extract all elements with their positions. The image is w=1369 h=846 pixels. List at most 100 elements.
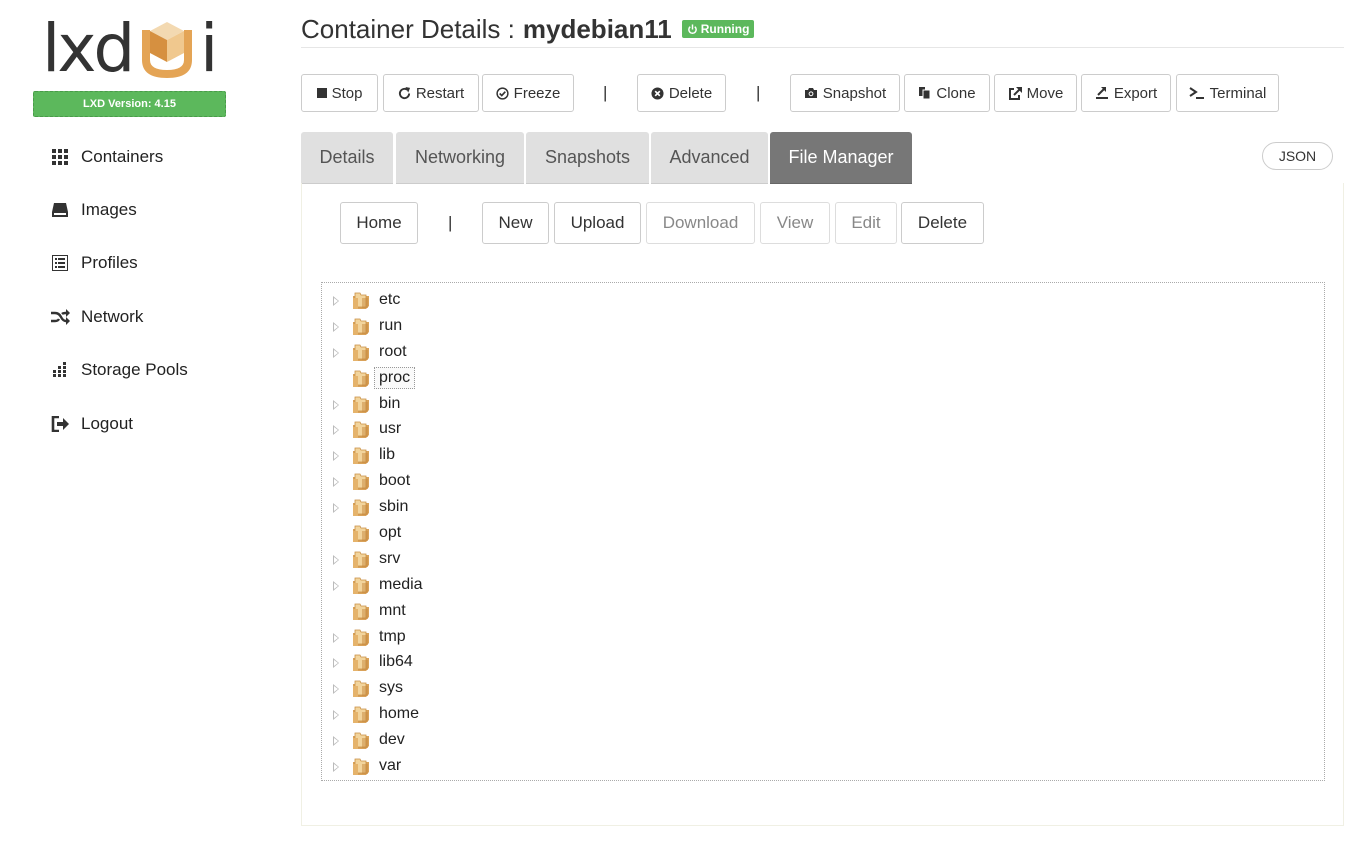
folder-icon: [353, 447, 369, 465]
folder-icon: [353, 732, 369, 750]
sidebar-item-label: Storage Pools: [81, 360, 188, 380]
restart-button[interactable]: Restart: [383, 74, 479, 112]
folder-icon: [353, 318, 369, 335]
tree-item-name: dev: [379, 731, 405, 749]
export-button[interactable]: Export: [1081, 74, 1171, 112]
list-icon: [50, 253, 70, 273]
expand-arrow-icon[interactable]: [333, 399, 339, 410]
delete-label: Delete: [668, 84, 713, 102]
refresh-icon: [398, 86, 410, 99]
folder-icon: [353, 706, 369, 724]
tab-networking[interactable]: Networking: [396, 132, 524, 184]
tasks-icon: [50, 360, 70, 380]
sidebar-item-storage-pools[interactable]: Storage Pools: [50, 344, 188, 397]
folder-icon: [353, 525, 369, 543]
snapshot-label: Snapshot: [822, 84, 887, 102]
folder-icon: [353, 629, 369, 646]
sidebar: lxd i LXD Version: 4.15 Containers Image…: [0, 0, 260, 846]
folder-icon: [353, 680, 369, 698]
check-circle-icon: [496, 86, 509, 100]
upload-button[interactable]: Upload: [554, 202, 641, 244]
restart-label: Restart: [415, 84, 465, 102]
times-circle-icon: [651, 86, 664, 100]
folder-icon: [353, 473, 369, 491]
delete-container-button[interactable]: Delete: [637, 74, 726, 112]
snapshot-button[interactable]: Snapshot: [790, 74, 900, 112]
tree-item-name: mnt: [379, 601, 406, 619]
container-name: mydebian11: [522, 13, 672, 44]
download-button[interactable]: Download: [646, 202, 755, 244]
copy-icon: [919, 87, 931, 100]
expand-arrow-icon[interactable]: [333, 658, 339, 669]
tab-file-manager[interactable]: File Manager: [770, 132, 912, 184]
expand-arrow-icon[interactable]: [333, 632, 339, 643]
terminal-label: Terminal: [1209, 84, 1267, 102]
tree-item-name: root: [379, 342, 407, 360]
expand-arrow-icon[interactable]: [333, 296, 339, 306]
folder-icon: [353, 577, 369, 594]
expand-arrow-icon[interactable]: [333, 736, 339, 747]
expand-arrow-icon[interactable]: [333, 451, 339, 462]
folder-icon: [353, 758, 369, 776]
expand-arrow-icon[interactable]: [333, 477, 339, 488]
clone-label: Clone: [936, 84, 976, 102]
tree-item-name: media: [379, 575, 423, 593]
terminal-button[interactable]: Terminal: [1176, 74, 1279, 112]
terminal-icon: [1189, 87, 1204, 99]
clone-button[interactable]: Clone: [904, 74, 990, 112]
sidebar-item-label: Logout: [81, 413, 133, 433]
move-label: Move: [1026, 84, 1064, 102]
sidebar-item-label: Images: [81, 200, 137, 220]
expand-arrow-icon[interactable]: [333, 425, 339, 436]
tree-item-name: bin: [379, 394, 401, 412]
logo-text-i: i: [200, 10, 219, 87]
tab-advanced[interactable]: Advanced: [651, 132, 768, 184]
logo-cube-icon: [142, 22, 192, 78]
tree-item-name: boot: [379, 472, 411, 490]
edit-button[interactable]: Edit: [835, 202, 897, 244]
app-logo[interactable]: lxd i: [40, 14, 220, 84]
move-button[interactable]: Move: [994, 74, 1077, 112]
tab-snapshots[interactable]: Snapshots: [526, 132, 649, 184]
new-button[interactable]: New: [482, 202, 549, 244]
expand-arrow-icon[interactable]: [333, 684, 339, 695]
expand-arrow-icon[interactable]: [333, 503, 339, 514]
sidebar-item-network[interactable]: Network: [50, 290, 188, 343]
tree-item-name: run: [379, 316, 403, 334]
sidebar-item-label: Containers: [81, 146, 164, 166]
hdd-icon: [50, 200, 70, 220]
freeze-button[interactable]: Freeze: [482, 74, 574, 112]
folder-icon: [353, 655, 369, 672]
home-button[interactable]: Home: [340, 202, 418, 244]
expand-arrow-icon[interactable]: [333, 554, 339, 565]
shuffle-icon: [50, 307, 70, 327]
version-badge: LXD Version: 4.15: [33, 91, 226, 117]
sidebar-item-containers[interactable]: Containers: [50, 130, 188, 183]
tree-item-name: sbin: [379, 498, 409, 516]
sidebar-item-images[interactable]: Images: [50, 183, 188, 236]
tree-item-name: srv: [379, 549, 401, 567]
expand-arrow-icon[interactable]: [333, 347, 339, 358]
toolbar-separator: |: [756, 83, 761, 102]
share-icon: [1008, 86, 1022, 100]
json-button[interactable]: JSON: [1262, 142, 1333, 170]
sidebar-item-label: Network: [81, 306, 144, 326]
folder-icon: [353, 344, 369, 361]
delete-file-button[interactable]: Delete: [901, 202, 984, 244]
folder-icon: [353, 551, 369, 568]
sidebar-nav: Containers Images Profiles Network Stora…: [50, 130, 188, 450]
sidebar-item-profiles[interactable]: Profiles: [50, 237, 188, 290]
view-button[interactable]: View: [760, 202, 830, 244]
expand-arrow-icon[interactable]: [333, 762, 339, 773]
expand-arrow-icon[interactable]: [333, 710, 339, 721]
sidebar-item-label: Profiles: [81, 253, 138, 273]
sidebar-item-logout[interactable]: Logout: [50, 397, 188, 450]
stop-button[interactable]: Stop: [301, 74, 378, 112]
freeze-label: Freeze: [513, 84, 561, 102]
folder-icon: [353, 370, 369, 387]
tab-details[interactable]: Details: [301, 132, 393, 184]
expand-arrow-icon[interactable]: [333, 321, 339, 332]
tree-item-name: etc: [379, 291, 401, 308]
expand-arrow-icon[interactable]: [333, 580, 339, 591]
tree-item-name: sys: [379, 679, 403, 697]
